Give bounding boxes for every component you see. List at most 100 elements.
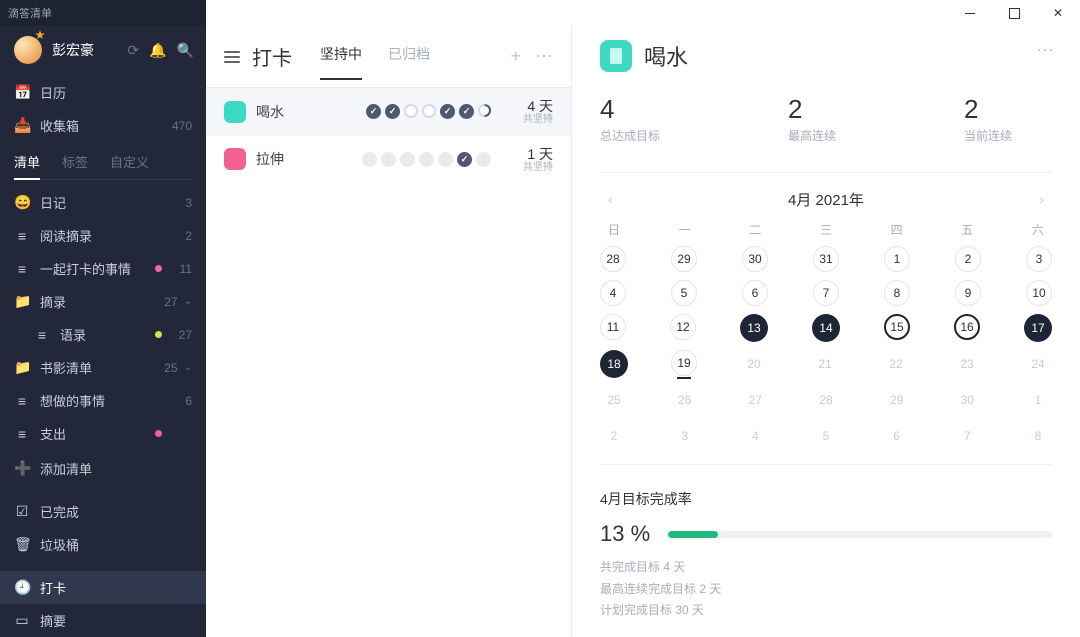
sidebar-completed[interactable]: ☑ 已完成 bbox=[0, 495, 206, 528]
habit-icon bbox=[600, 40, 632, 72]
month-goal-title: 4月目标完成率 bbox=[600, 489, 1052, 509]
sidebar-list-item[interactable]: ≡阅读摘录2 bbox=[0, 219, 206, 252]
search-icon[interactable]: 🔍 bbox=[177, 42, 194, 59]
window-maximize-button[interactable] bbox=[992, 0, 1036, 26]
tab-active[interactable]: 坚持中 bbox=[320, 44, 362, 70]
calendar-day[interactable]: 22 bbox=[882, 350, 910, 378]
detail-more-button[interactable]: ⋯ bbox=[1036, 40, 1056, 61]
inbox-icon: 📥 bbox=[14, 117, 30, 134]
calendar-day[interactable]: 7 bbox=[953, 422, 981, 450]
habit-dot bbox=[457, 152, 472, 167]
habit-row[interactable]: 拉伸1 天共坚持 bbox=[206, 136, 571, 184]
avatar bbox=[14, 36, 42, 64]
calendar-day[interactable]: 3 bbox=[1026, 246, 1052, 272]
habit-dot bbox=[362, 152, 377, 167]
calendar-day[interactable]: 4 bbox=[600, 280, 626, 306]
sidebar-lists: 😄日记3≡阅读摘录2≡一起打卡的事情11📁摘录27⌄≡语录27📁书影清单25⌄≡… bbox=[0, 186, 206, 452]
calendar-day[interactable]: 6 bbox=[883, 422, 911, 450]
sidebar-list-item[interactable]: 😄日记3 bbox=[0, 186, 206, 219]
sidebar-add-list[interactable]: ➕ 添加清单 bbox=[0, 452, 206, 485]
tab-archived[interactable]: 已归档 bbox=[388, 44, 430, 70]
plus-circle-icon: ➕ bbox=[14, 460, 30, 477]
sync-icon[interactable]: ⟳ bbox=[127, 42, 139, 59]
sidebar-inbox[interactable]: 📥 收集箱 470 bbox=[0, 109, 206, 142]
calendar-day[interactable]: 26 bbox=[671, 386, 699, 414]
calendar-day[interactable]: 3 bbox=[671, 422, 699, 450]
window-minimize-button[interactable] bbox=[948, 0, 992, 26]
calendar-day[interactable]: 23 bbox=[953, 350, 981, 378]
color-dot bbox=[155, 331, 162, 338]
calendar-day[interactable]: 16 bbox=[954, 314, 980, 340]
calendar-day[interactable]: 5 bbox=[812, 422, 840, 450]
habit-row-icon bbox=[224, 148, 246, 170]
calendar-day[interactable]: 15 bbox=[884, 314, 910, 340]
sidebar-tab-lists[interactable]: 清单 bbox=[14, 146, 40, 179]
sidebar-list-item[interactable]: 📁摘录27⌄ bbox=[0, 285, 206, 318]
calendar-day[interactable]: 21 bbox=[811, 350, 839, 378]
calendar-day[interactable]: 24 bbox=[1024, 350, 1052, 378]
habit-row[interactable]: 喝水 4 天共坚持 bbox=[206, 88, 571, 136]
calendar-day[interactable]: 11 bbox=[600, 314, 626, 340]
substat-line: 共完成目标 4 天 bbox=[600, 557, 1052, 579]
sidebar-trash[interactable]: 🗑 垃圾桶 bbox=[0, 528, 206, 561]
sidebar-tab-custom[interactable]: 自定义 bbox=[110, 146, 149, 179]
add-habit-button[interactable]: + bbox=[510, 46, 521, 67]
calendar-day[interactable]: 2 bbox=[600, 422, 628, 450]
substat-line: 最高连续完成目标 2 天 bbox=[600, 579, 1052, 601]
window-close-button[interactable] bbox=[1036, 0, 1080, 26]
sidebar-list-item[interactable]: 📁书影清单25⌄ bbox=[0, 351, 206, 384]
profile[interactable]: 彭宏豪 ⟳ 🔔 🔍 bbox=[0, 26, 206, 76]
calendar-day[interactable]: 1 bbox=[884, 246, 910, 272]
trash-icon: 🗑 bbox=[14, 536, 30, 553]
list-icon: 😄 bbox=[14, 194, 30, 211]
menu-icon[interactable] bbox=[224, 51, 240, 63]
calendar-day[interactable]: 1 bbox=[1024, 386, 1052, 414]
sidebar-habit[interactable]: 🕘 打卡 bbox=[0, 571, 206, 604]
calendar-month-label: 4月 2021年 bbox=[788, 189, 864, 210]
calendar-day[interactable]: 29 bbox=[671, 246, 697, 272]
habit-dot bbox=[400, 152, 415, 167]
habit-dot bbox=[440, 104, 455, 119]
calendar-day[interactable]: 20 bbox=[740, 350, 768, 378]
calendar-day[interactable]: 4 bbox=[741, 422, 769, 450]
habit-dots bbox=[316, 104, 507, 119]
calendar-day[interactable]: 14 bbox=[812, 314, 840, 342]
calendar-day[interactable]: 7 bbox=[813, 280, 839, 306]
calendar-day[interactable]: 8 bbox=[1024, 422, 1052, 450]
calendar-day[interactable]: 19 bbox=[671, 350, 697, 376]
sidebar-calendar[interactable]: 📅 日历 bbox=[0, 76, 206, 109]
sidebar-list-item[interactable]: ≡一起打卡的事情11 bbox=[0, 252, 206, 285]
calendar-day[interactable]: 13 bbox=[740, 314, 768, 342]
habit-row-name: 喝水 bbox=[256, 102, 316, 122]
calendar-day[interactable]: 18 bbox=[600, 350, 628, 378]
calendar-day[interactable]: 8 bbox=[884, 280, 910, 306]
calendar-day[interactable]: 25 bbox=[600, 386, 628, 414]
sidebar-list-item[interactable]: ≡支出 bbox=[0, 417, 206, 450]
calendar-day[interactable]: 28 bbox=[812, 386, 840, 414]
calendar-day[interactable]: 30 bbox=[742, 246, 768, 272]
list-count: 27 bbox=[158, 295, 178, 309]
calendar-day[interactable]: 30 bbox=[953, 386, 981, 414]
more-icon[interactable]: ⋯ bbox=[535, 46, 553, 67]
calendar-day[interactable]: 29 bbox=[883, 386, 911, 414]
calendar-day[interactable]: 2 bbox=[955, 246, 981, 272]
sidebar-summary[interactable]: ▭ 摘要 bbox=[0, 604, 206, 637]
sidebar-tab-tags[interactable]: 标签 bbox=[62, 146, 88, 179]
calendar-day[interactable]: 6 bbox=[742, 280, 768, 306]
calendar-day[interactable]: 27 bbox=[741, 386, 769, 414]
calendar-day[interactable]: 9 bbox=[955, 280, 981, 306]
calendar-day[interactable]: 17 bbox=[1024, 314, 1052, 342]
sidebar-list-item[interactable]: ≡想做的事情6 bbox=[0, 384, 206, 417]
calendar-day[interactable]: 12 bbox=[670, 314, 696, 340]
bell-icon[interactable]: 🔔 bbox=[149, 42, 166, 59]
month-prev-button[interactable]: ‹ bbox=[600, 187, 621, 211]
calendar-day[interactable]: 5 bbox=[671, 280, 697, 306]
calendar-day[interactable]: 31 bbox=[813, 246, 839, 272]
month-next-button[interactable]: › bbox=[1031, 187, 1052, 211]
calendar-day[interactable]: 10 bbox=[1026, 280, 1052, 306]
calendar-day[interactable]: 28 bbox=[600, 246, 626, 272]
calendar-dow: 三 bbox=[812, 221, 840, 238]
habit-streak: 4 天共坚持 bbox=[507, 98, 553, 126]
list-label: 书影清单 bbox=[40, 358, 158, 377]
sidebar-list-item[interactable]: ≡语录27 bbox=[0, 318, 206, 351]
